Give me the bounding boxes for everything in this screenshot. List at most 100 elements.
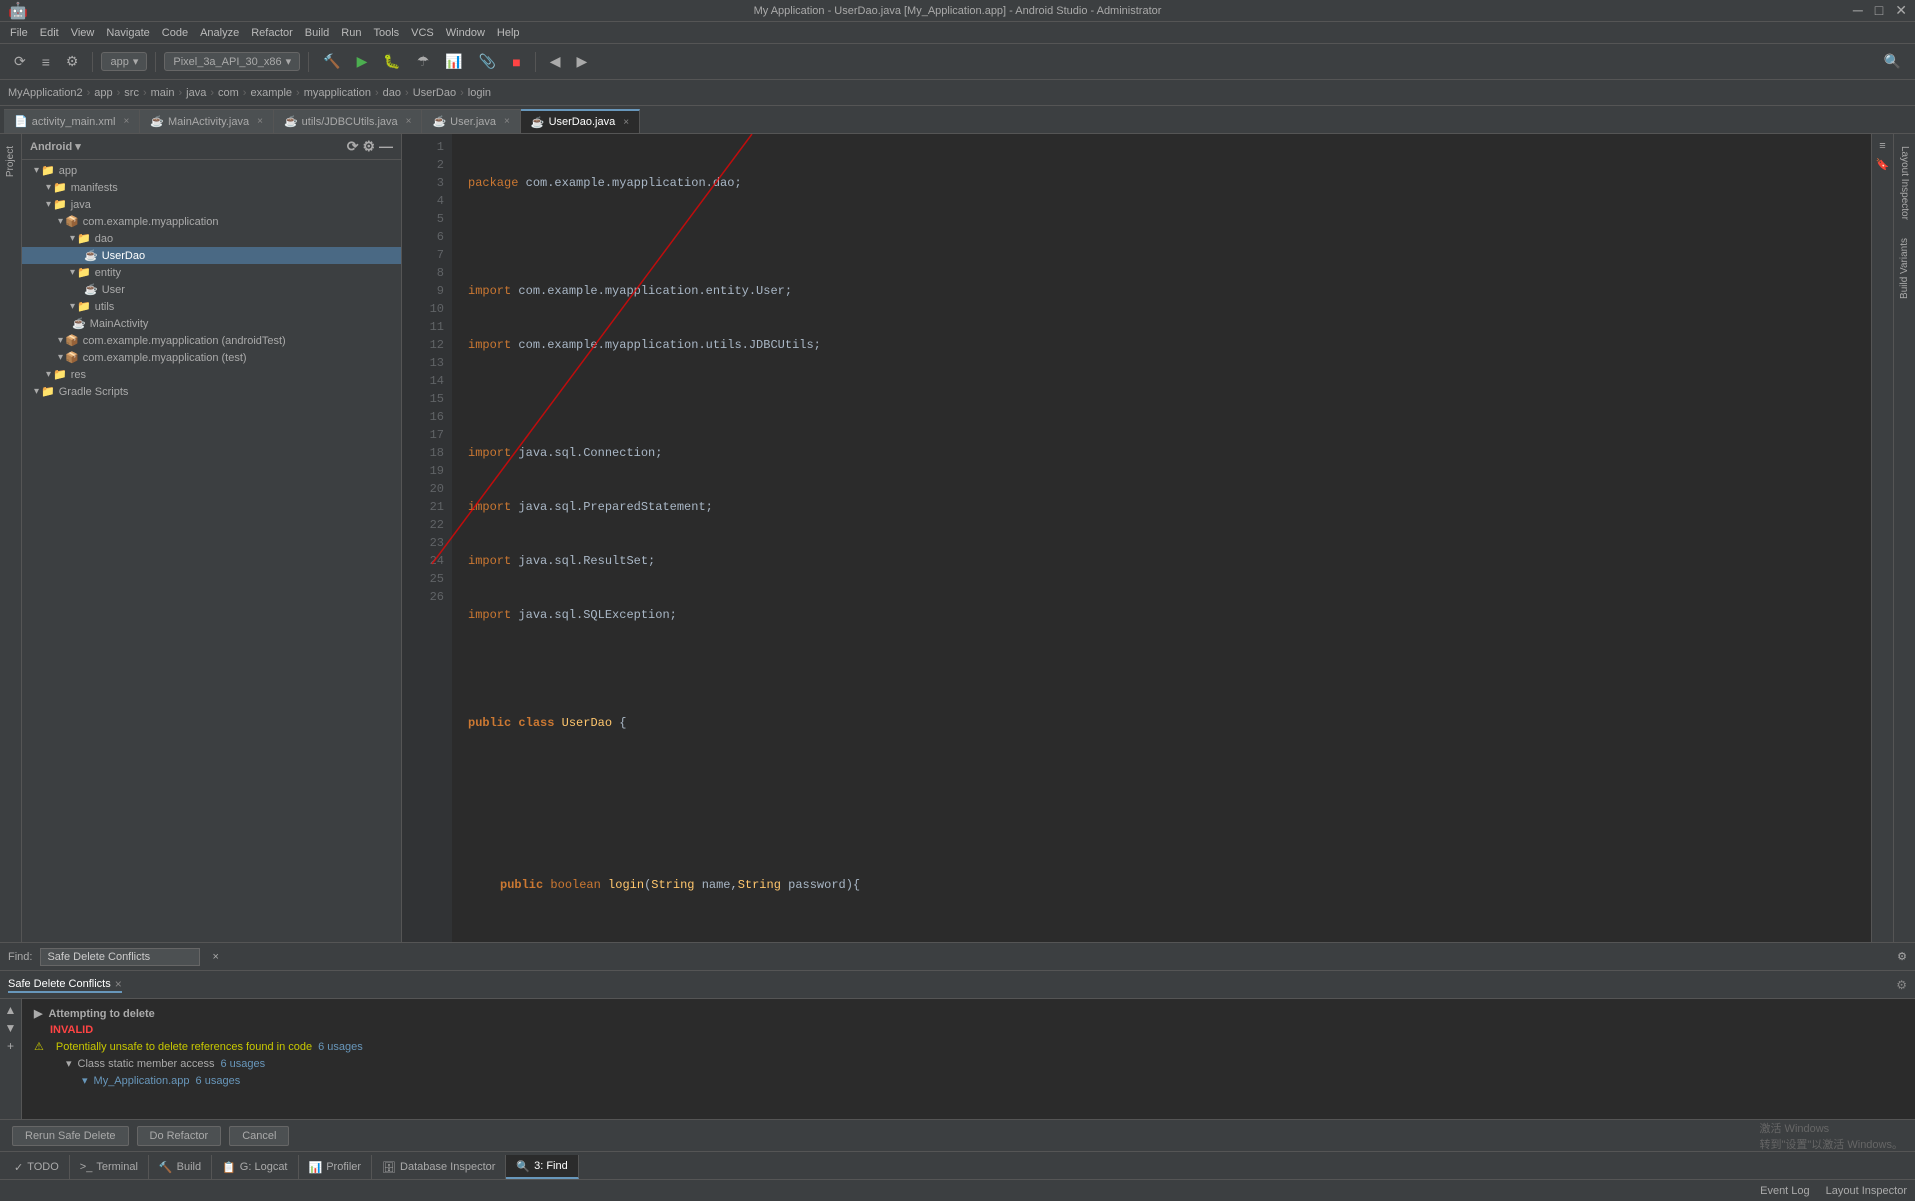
tab-close-jdbcutils[interactable]: × bbox=[406, 116, 412, 127]
menu-file[interactable]: File bbox=[4, 25, 34, 41]
find-close-btn[interactable]: × bbox=[208, 949, 222, 965]
conflict-up-btn[interactable]: ▲ bbox=[5, 1003, 17, 1017]
tab-jdbcutils[interactable]: ☕ utils/JDBCUtils.java × bbox=[274, 109, 423, 133]
breadcrumb-login[interactable]: login bbox=[468, 87, 491, 99]
tree-item-manifests[interactable]: ▾ 📁 manifests bbox=[22, 179, 401, 196]
menu-view[interactable]: View bbox=[65, 25, 101, 41]
conflict-settings-gear[interactable]: ⚙ bbox=[1896, 978, 1907, 992]
event-log-btn[interactable]: Event Log bbox=[1760, 1185, 1810, 1197]
menu-analyze[interactable]: Analyze bbox=[194, 25, 245, 41]
tree-item-entity[interactable]: ▾ 📁 entity bbox=[22, 264, 401, 281]
minimize-btn[interactable]: ─ bbox=[1849, 2, 1867, 19]
tree-item-androidtest[interactable]: ▾ 📦 com.example.myapplication (androidTe… bbox=[22, 332, 401, 349]
tab-close-userdao[interactable]: × bbox=[623, 117, 629, 128]
sidebar-gear-icon[interactable]: ⚙ bbox=[362, 138, 375, 155]
breadcrumb-com[interactable]: com bbox=[218, 87, 239, 99]
menu-run[interactable]: Run bbox=[335, 25, 367, 41]
menu-code[interactable]: Code bbox=[156, 25, 194, 41]
tab-close-mainactivity[interactable]: × bbox=[257, 116, 263, 127]
maximize-btn[interactable]: □ bbox=[1871, 2, 1887, 19]
coverage-btn[interactable]: ☂ bbox=[411, 49, 436, 74]
tab-close-activity-main[interactable]: × bbox=[123, 116, 129, 127]
breadcrumb-myapplication[interactable]: myapplication bbox=[304, 87, 371, 99]
conflict-expand-btn[interactable]: + bbox=[7, 1039, 14, 1053]
menu-edit[interactable]: Edit bbox=[34, 25, 65, 41]
tree-item-com-example[interactable]: ▾ 📦 com.example.myapplication bbox=[22, 213, 401, 230]
bottom-tab-todo[interactable]: ✓ TODO bbox=[4, 1155, 70, 1179]
menu-navigate[interactable]: Navigate bbox=[100, 25, 155, 41]
bottom-tab-db-inspector[interactable]: 🗄 Database Inspector bbox=[372, 1155, 506, 1179]
breadcrumb-main[interactable]: main bbox=[151, 87, 175, 99]
breadcrumb-app[interactable]: app bbox=[94, 87, 112, 99]
tree-item-java[interactable]: ▾ 📁 java bbox=[22, 196, 401, 213]
bottom-tab-build[interactable]: 🔨 Build bbox=[149, 1155, 212, 1179]
menu-help[interactable]: Help bbox=[491, 25, 526, 41]
tab-close-user[interactable]: × bbox=[504, 116, 510, 127]
code-content[interactable]: 1 2 3 4 5 6 7 8 9 10 11 12 13 14 15 16 1 bbox=[402, 134, 1871, 942]
tree-item-user[interactable]: ☕ User bbox=[22, 281, 401, 298]
menu-build[interactable]: Build bbox=[299, 25, 335, 41]
menu-tools[interactable]: Tools bbox=[367, 25, 405, 41]
sidebar-sync-icon[interactable]: ⟳ bbox=[347, 138, 359, 155]
profile-btn[interactable]: 📊 bbox=[439, 49, 468, 74]
rerun-safe-delete-btn[interactable]: Rerun Safe Delete bbox=[12, 1126, 129, 1146]
bottom-tab-profiler[interactable]: 📊 Profiler bbox=[299, 1155, 373, 1179]
conflict-down-btn[interactable]: ▼ bbox=[5, 1021, 17, 1035]
window-controls[interactable]: ─ □ ✕ bbox=[1849, 2, 1911, 19]
breadcrumb-src[interactable]: src bbox=[124, 87, 139, 99]
close-btn[interactable]: ✕ bbox=[1891, 2, 1911, 19]
device-selector[interactable]: Pixel_3a_API_30_x86 ▾ bbox=[164, 52, 300, 71]
breadcrumb-java[interactable]: java bbox=[186, 87, 206, 99]
tree-item-app[interactable]: ▾ 📁 app bbox=[22, 162, 401, 179]
hammer-btn[interactable]: 🔨 bbox=[317, 49, 346, 74]
find-input[interactable] bbox=[40, 948, 200, 966]
menu-vcs[interactable]: VCS bbox=[405, 25, 440, 41]
layout-inspector-tab[interactable]: Layout Inspector bbox=[1897, 138, 1912, 228]
sidebar-collapse-icon[interactable]: — bbox=[379, 138, 393, 155]
tree-item-dao[interactable]: ▾ 📁 dao bbox=[22, 230, 401, 247]
breadcrumb-dao[interactable]: dao bbox=[383, 87, 401, 99]
right-toolbar-icon-1[interactable]: ≡ bbox=[1877, 138, 1887, 154]
build-variants-tab[interactable]: Build Variants bbox=[1897, 230, 1912, 307]
tab-userdao[interactable]: ☕ UserDao.java × bbox=[521, 109, 640, 133]
menu-refactor[interactable]: Refactor bbox=[245, 25, 299, 41]
tree-item-utils[interactable]: ▾ 📁 utils bbox=[22, 298, 401, 315]
tree-item-res[interactable]: ▾ 📁 res bbox=[22, 366, 401, 383]
settings-btn[interactable]: ⚙ bbox=[60, 49, 85, 74]
run-config-selector[interactable]: app ▾ bbox=[101, 52, 147, 71]
conflict-tab-label[interactable]: Safe Delete Conflicts × bbox=[8, 977, 122, 993]
tree-item-userdao[interactable]: ☕ UserDao bbox=[22, 247, 401, 264]
bottom-tab-find[interactable]: 🔍 3: Find bbox=[506, 1155, 578, 1179]
breadcrumb-myapplication2[interactable]: MyApplication2 bbox=[8, 87, 83, 99]
prev-btn[interactable]: ◀ bbox=[544, 49, 567, 74]
sync-btn[interactable]: ⟳ bbox=[8, 49, 32, 74]
search-everywhere-btn[interactable]: 🔍 bbox=[1878, 49, 1907, 74]
structure-btn[interactable]: ≡ bbox=[36, 50, 56, 74]
tab-mainactivity[interactable]: ☕ MainActivity.java × bbox=[140, 109, 274, 133]
attach-btn[interactable]: 📎 bbox=[473, 49, 502, 74]
tree-item-test[interactable]: ▾ 📦 com.example.myapplication (test) bbox=[22, 349, 401, 366]
config-dropdown-icon[interactable]: ▾ bbox=[133, 55, 139, 68]
run-btn[interactable]: ▶ bbox=[351, 49, 374, 74]
bottom-tab-logcat[interactable]: 📋 G: Logcat bbox=[212, 1155, 298, 1179]
tree-item-mainactivity[interactable]: ☕ MainActivity bbox=[22, 315, 401, 332]
tab-user[interactable]: ☕ User.java × bbox=[422, 109, 520, 133]
layout-inspector-btn[interactable]: Layout Inspector bbox=[1826, 1185, 1907, 1197]
device-dropdown-icon[interactable]: ▾ bbox=[286, 55, 292, 68]
conflict-tab-close[interactable]: × bbox=[115, 977, 122, 991]
code-text[interactable]: package com.example.myapplication.dao; i… bbox=[452, 134, 1871, 942]
menu-window[interactable]: Window bbox=[440, 25, 491, 41]
cancel-btn[interactable]: Cancel bbox=[229, 1126, 289, 1146]
right-toolbar-icon-2[interactable]: 🔖 bbox=[1874, 156, 1892, 173]
next-btn[interactable]: ▶ bbox=[570, 49, 593, 74]
breadcrumb-example[interactable]: example bbox=[250, 87, 292, 99]
stop-btn[interactable]: ■ bbox=[506, 50, 526, 74]
project-tab[interactable]: Project bbox=[3, 138, 18, 185]
debug-btn[interactable]: 🐛 bbox=[377, 49, 406, 74]
tree-item-gradle[interactable]: ▾ 📁 Gradle Scripts bbox=[22, 383, 401, 400]
tab-activity-main[interactable]: 📄 activity_main.xml × bbox=[4, 109, 140, 133]
bottom-tab-terminal[interactable]: >_ Terminal bbox=[70, 1155, 149, 1179]
do-refactor-btn[interactable]: Do Refactor bbox=[137, 1126, 222, 1146]
breadcrumb-userdao[interactable]: UserDao bbox=[413, 87, 456, 99]
find-settings-btn[interactable]: ⚙ bbox=[1897, 950, 1907, 963]
